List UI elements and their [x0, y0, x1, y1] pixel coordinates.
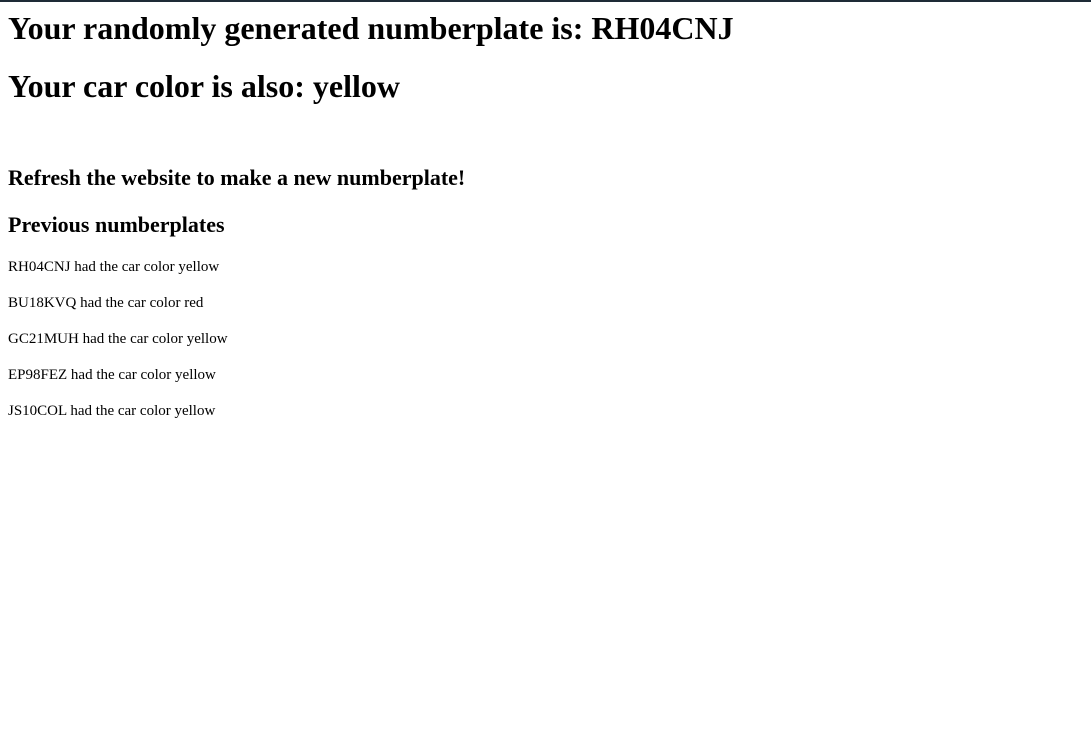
history-item: RH04CNJ had the car color yellow [8, 259, 220, 275]
numberplate-heading: Your randomly generated numberplate is: … [8, 10, 734, 47]
car-color-heading-prefix: Your car color is also: [8, 68, 313, 104]
car-color-value: yellow [312, 68, 400, 104]
history-item: BU18KVQ had the car color red [8, 295, 204, 311]
previous-numberplates-heading: Previous numberplates [8, 212, 225, 237]
car-color-heading: Your car color is also: yellow [8, 68, 400, 105]
top-border-bar [0, 0, 1091, 2]
history-item: EP98FEZ had the car color yellow [8, 367, 216, 383]
previous-numberplates-list: RH04CNJ had the car color yellow BU18KVQ… [8, 258, 228, 438]
history-item: GC21MUH had the car color yellow [8, 331, 228, 347]
numberplate-value: RH04CNJ [591, 10, 734, 46]
refresh-instruction: Refresh the website to make a new number… [8, 165, 466, 190]
history-item: JS10COL had the car color yellow [8, 403, 216, 419]
numberplate-heading-prefix: Your randomly generated numberplate is: [8, 10, 592, 46]
